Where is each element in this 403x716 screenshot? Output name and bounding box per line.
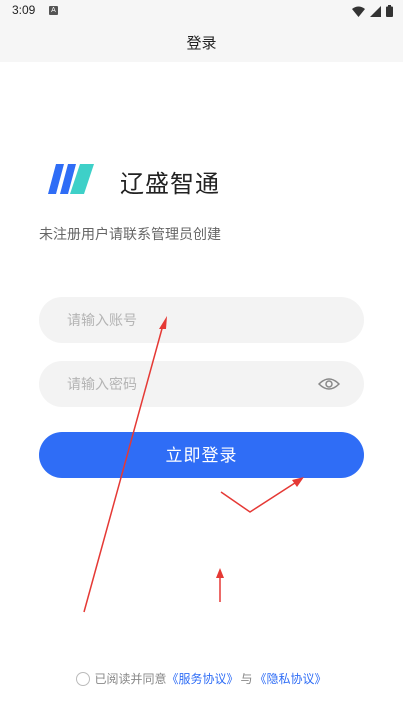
title-bar: 登录 [0,22,403,62]
annotation-arrow-2 [220,480,299,513]
battery-icon [386,5,393,17]
service-agreement-link[interactable]: 《服务协议》 [166,672,238,686]
annotation-arrowhead-3 [216,568,224,578]
annotation-arrowhead-2 [292,477,304,487]
eye-icon[interactable] [318,375,340,393]
page-title: 登录 [186,34,217,52]
agreement-prefix: 已阅读并同意 [94,672,167,686]
notification-icon: A [49,6,58,15]
status-bar: 3:09 A [0,0,403,22]
agree-checkbox[interactable] [76,672,91,686]
wifi-icon [352,6,365,17]
register-notice: 未注册用户请联系管理员创建 [39,227,221,243]
status-time: 3:09 [12,3,36,17]
password-field[interactable] [39,361,364,409]
privacy-agreement-link[interactable]: 《隐私协议》 [255,672,327,686]
annotation-overlay [83,316,304,613]
status-icons [352,4,393,18]
account-field[interactable] [39,297,364,345]
login-button[interactable]: 立即登录 [39,432,364,478]
agreement-row: 已阅读并同意《服务协议》与《隐私协议》 [0,670,403,687]
agreement-joiner: 与 [240,672,253,686]
signal-icon [370,5,381,17]
password-input[interactable] [65,361,329,409]
app-logo [48,164,94,194]
account-input[interactable] [65,297,329,345]
brand-name: 辽盛智通 [120,170,220,198]
